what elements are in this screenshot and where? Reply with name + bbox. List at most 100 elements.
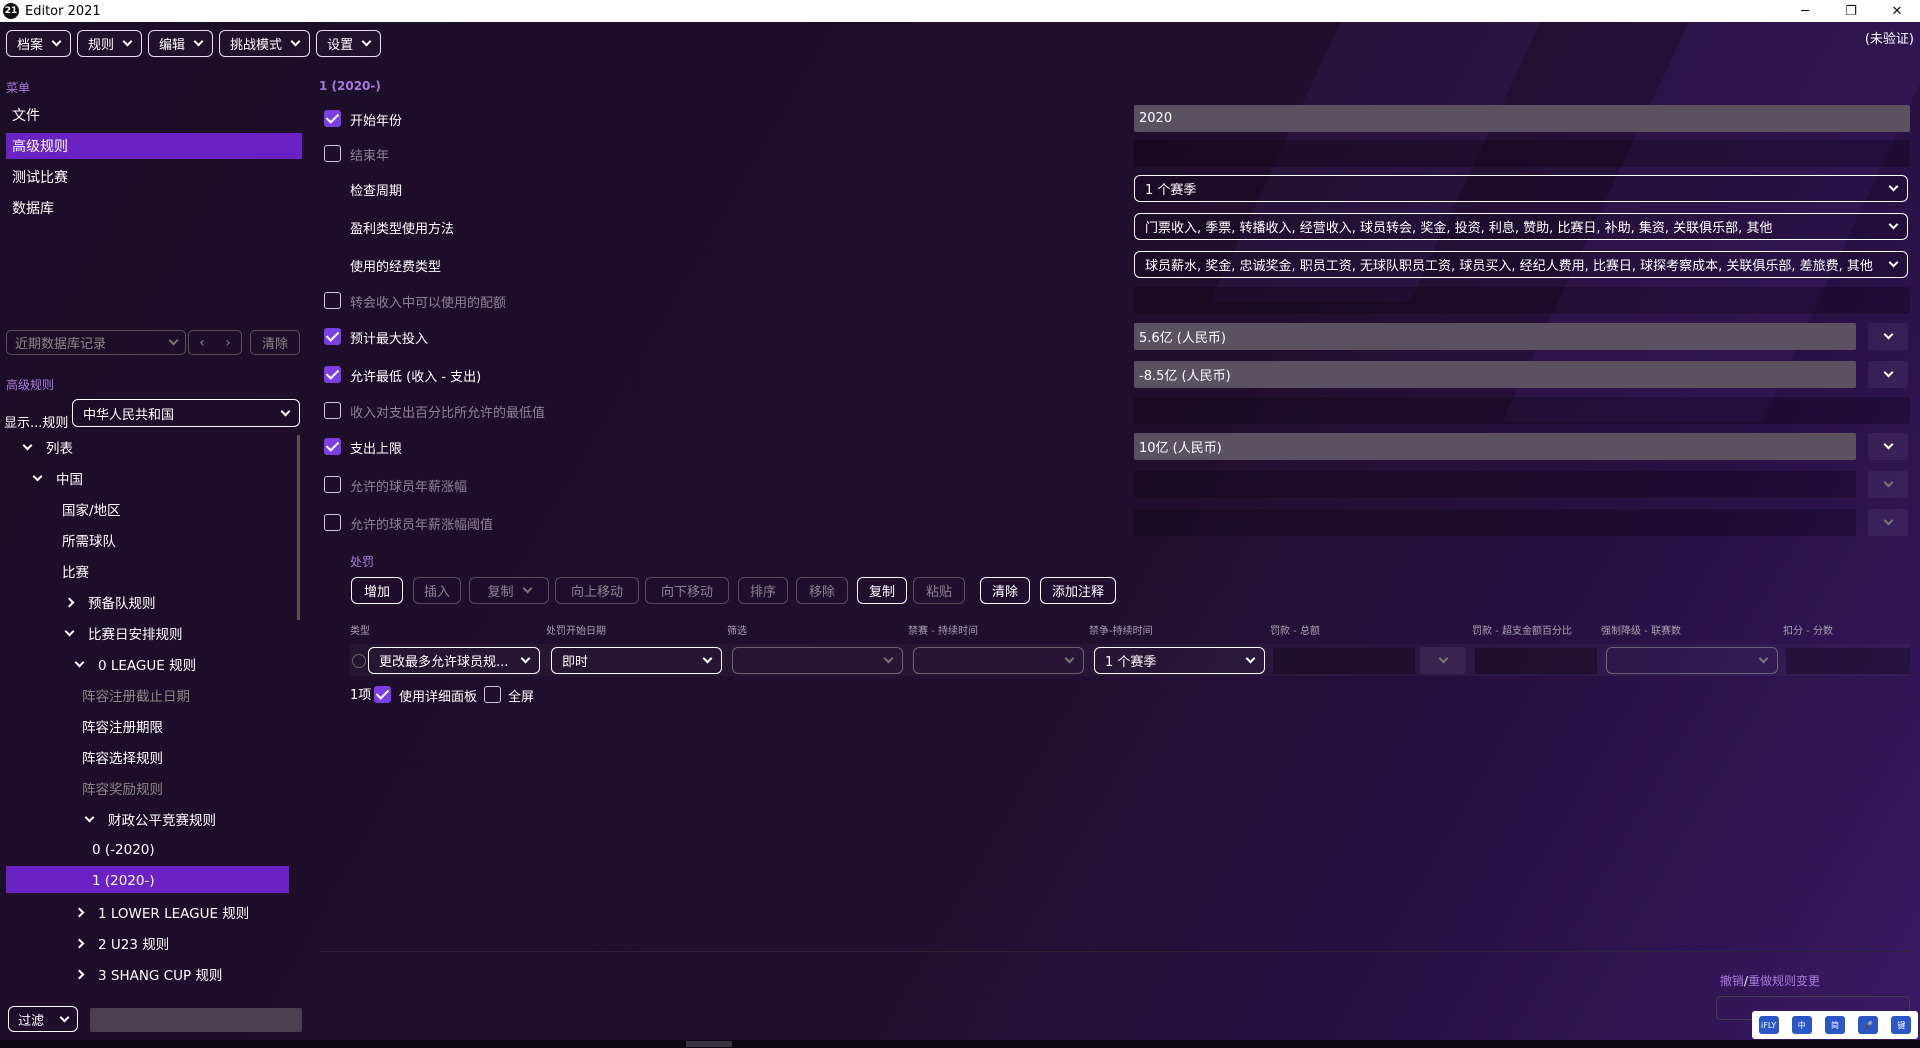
- chevron-down-icon[interactable]: [62, 626, 76, 636]
- rule-unit-dropdown[interactable]: [1868, 323, 1908, 350]
- column-header[interactable]: 禁争-持续时间: [1089, 622, 1153, 637]
- rule-checkbox[interactable]: [324, 110, 341, 127]
- column-header[interactable]: 处罚开始日期: [546, 622, 606, 637]
- menu-edit[interactable]: 编辑: [148, 30, 214, 57]
- recent-database-select[interactable]: 近期数据库记录: [6, 330, 186, 355]
- rule-checkbox[interactable]: [324, 514, 341, 531]
- column-header[interactable]: 筛选: [727, 622, 747, 637]
- column-header[interactable]: 罚款 - 总额: [1270, 622, 1320, 637]
- rule-value-select[interactable]: 球员薪水, 奖金, 忠诚奖金, 职员工资, 无球队职员工资, 球员买入, 经纪人…: [1134, 251, 1908, 278]
- clear-history-button[interactable]: 清除: [250, 330, 300, 355]
- rule-unit-dropdown[interactable]: [1868, 361, 1908, 388]
- contest-ban-select[interactable]: 1 个赛季: [1094, 647, 1265, 674]
- tree-item[interactable]: 所需球队: [62, 527, 116, 553]
- tree-item[interactable]: 1 LOWER LEAGUE 规则: [72, 899, 249, 925]
- insert-button[interactable]: 插入: [413, 577, 461, 604]
- tree-item[interactable]: 1 (2020-): [92, 868, 155, 894]
- minimize-button[interactable]: ─: [1782, 0, 1828, 22]
- column-header[interactable]: 类型: [350, 622, 370, 637]
- tree-item[interactable]: 财政公平竞赛规则: [82, 806, 216, 832]
- sidebar-item-advanced-rules[interactable]: 高级规则: [6, 133, 302, 159]
- rule-value-select[interactable]: 1 个赛季: [1134, 175, 1908, 202]
- column-header[interactable]: 扣分 - 分数: [1783, 622, 1833, 637]
- sidebar-item-file[interactable]: 文件: [6, 102, 302, 128]
- rule-unit-dropdown[interactable]: [1868, 433, 1908, 460]
- tree-scrollbar[interactable]: [297, 435, 300, 620]
- forward-button[interactable]: ›: [215, 331, 241, 354]
- chevron-down-icon[interactable]: [82, 812, 96, 822]
- tree-item[interactable]: 国家/地区: [62, 496, 121, 522]
- fine-percent-cell[interactable]: [1475, 648, 1597, 674]
- filter-input[interactable]: [90, 1008, 302, 1032]
- column-header[interactable]: 强制降级 - 联赛数: [1601, 622, 1681, 637]
- chevron-right-icon[interactable]: [62, 597, 76, 607]
- penalty-filter-select[interactable]: [732, 647, 903, 674]
- tree-item[interactable]: 阵容注册截止日期: [82, 682, 190, 708]
- tree-item[interactable]: 预备队规则: [62, 589, 156, 615]
- chevron-down-icon[interactable]: [72, 657, 86, 667]
- tree-item[interactable]: 列表: [20, 434, 73, 460]
- tree-item[interactable]: 中国: [30, 465, 83, 491]
- ban-duration-select[interactable]: [913, 647, 1084, 674]
- tree-item[interactable]: 比赛: [62, 558, 89, 584]
- rule-checkbox[interactable]: [324, 402, 341, 419]
- menu-file[interactable]: 档案: [6, 30, 72, 57]
- rule-checkbox[interactable]: [324, 145, 341, 162]
- menu-settings[interactable]: 设置: [316, 30, 382, 57]
- rule-value-field[interactable]: -8.5亿 (人民币): [1134, 361, 1856, 388]
- chevron-right-icon[interactable]: [72, 907, 86, 917]
- tree-item[interactable]: 比赛日安排规则: [62, 620, 183, 646]
- menu-rules[interactable]: 规则: [77, 30, 143, 57]
- sidebar-item-test-match[interactable]: 测试比赛: [6, 164, 302, 190]
- tree-item[interactable]: 阵容奖励规则: [82, 775, 163, 801]
- chevron-right-icon[interactable]: [72, 938, 86, 948]
- tree-item[interactable]: 阵容注册期限: [82, 713, 163, 739]
- move-up-button[interactable]: 向上移动: [555, 577, 639, 604]
- tree-item[interactable]: 0 LEAGUE 规则: [72, 651, 196, 677]
- rule-value-select[interactable]: 门票收入, 季票, 转播收入, 经营收入, 球员转会, 奖金, 投资, 利息, …: [1134, 213, 1908, 240]
- chevron-right-icon[interactable]: [72, 969, 86, 979]
- rule-checkbox[interactable]: [324, 366, 341, 383]
- keyboard-icon[interactable]: 键: [1891, 1016, 1912, 1034]
- tree-item[interactable]: 阵容选择规则: [82, 744, 163, 770]
- menu-challenge[interactable]: 挑战模式: [219, 30, 311, 57]
- undo-redo-label[interactable]: 撤销/重做规则变更: [1720, 972, 1820, 989]
- chevron-down-icon[interactable]: [20, 440, 34, 450]
- penalty-start-select[interactable]: 即时: [551, 647, 722, 674]
- rule-checkbox[interactable]: [324, 476, 341, 493]
- rule-value-field[interactable]: 10亿 (人民币): [1134, 433, 1856, 460]
- penalty-type-select[interactable]: 更改最多允许球员规...: [368, 647, 540, 674]
- rule-value-field[interactable]: 5.6亿 (人民币): [1134, 323, 1856, 350]
- chinese-mode-icon[interactable]: 中: [1791, 1016, 1812, 1034]
- paste-button[interactable]: 粘贴: [913, 577, 965, 604]
- detail-panel-checkbox[interactable]: [374, 686, 391, 703]
- column-header[interactable]: 罚款 - 超支金额百分比: [1472, 622, 1572, 637]
- copy-button[interactable]: 复制: [857, 577, 907, 604]
- points-deduction-cell[interactable]: [1786, 648, 1910, 674]
- clear-button[interactable]: 清除: [980, 577, 1030, 604]
- filter-button[interactable]: 过滤: [8, 1006, 78, 1032]
- microphone-icon[interactable]: 🎤: [1858, 1016, 1879, 1034]
- add-button[interactable]: 增加: [351, 577, 403, 604]
- rule-checkbox[interactable]: [324, 292, 341, 309]
- fine-total-cell[interactable]: [1273, 648, 1415, 674]
- duplicate-button[interactable]: 复制: [469, 577, 549, 604]
- restore-button[interactable]: ❐: [1828, 0, 1874, 22]
- sort-button[interactable]: 排序: [738, 577, 788, 604]
- chevron-down-icon[interactable]: [30, 471, 44, 481]
- tree-item[interactable]: 0 (-2020): [92, 837, 155, 863]
- demotion-select[interactable]: [1606, 647, 1778, 674]
- remove-button[interactable]: 移除: [796, 577, 848, 604]
- nation-select[interactable]: 中华人民共和国: [72, 399, 300, 427]
- tree-item[interactable]: 3 SHANG CUP 规则: [72, 961, 222, 987]
- move-down-button[interactable]: 向下移动: [645, 577, 729, 604]
- rule-checkbox[interactable]: [324, 328, 341, 345]
- rule-value-field[interactable]: 2020: [1134, 105, 1910, 132]
- ifly-icon[interactable]: iFLY: [1758, 1016, 1779, 1034]
- fine-total-dropdown[interactable]: [1420, 647, 1466, 674]
- back-button[interactable]: ‹: [189, 331, 215, 354]
- tree-item[interactable]: 2 U23 规则: [72, 930, 169, 956]
- column-header[interactable]: 禁赛 - 持续时间: [908, 622, 978, 637]
- fullscreen-checkbox[interactable]: [484, 686, 501, 703]
- rule-checkbox[interactable]: [324, 438, 341, 455]
